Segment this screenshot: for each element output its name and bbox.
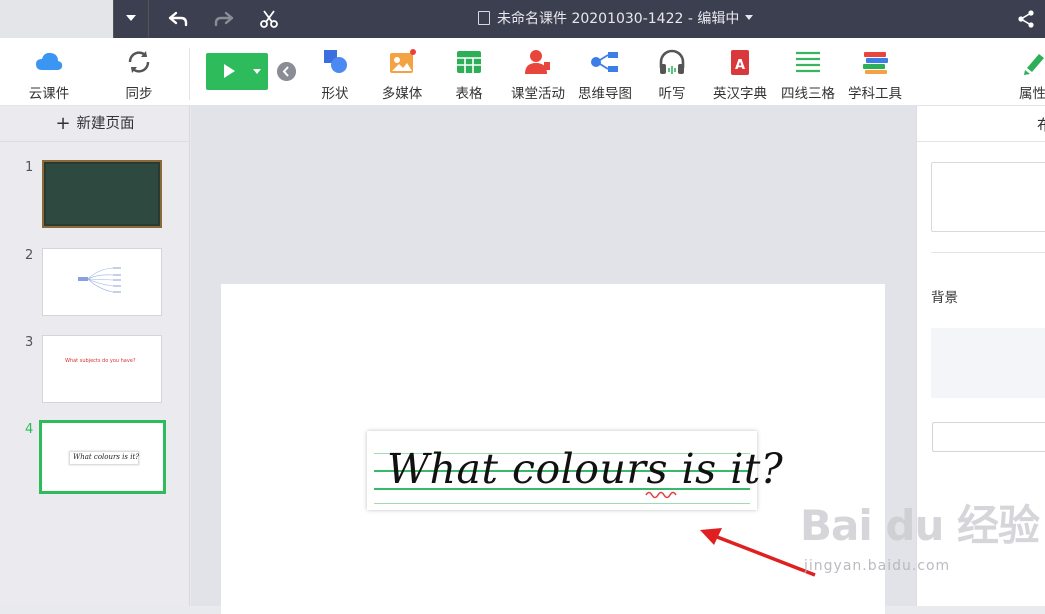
four-line-text[interactable]: What colours is it? [387,445,783,493]
layout-preview-box[interactable] [931,162,1045,232]
slide-thumb-text: What colours is it? [73,453,140,461]
tool-subject-tools[interactable]: 学科工具 [843,38,907,106]
slide-thumb-text: What subjects do you have? [65,358,136,364]
person-icon [525,50,550,74]
slide-number: 1 [25,160,34,175]
file-menu-dropdown[interactable] [113,0,149,38]
tool-mind-map[interactable]: 思维导图 [573,38,637,106]
document-title[interactable]: 未命名课件 20201030-1422 - 编辑中 [478,0,754,38]
plus-icon: + [55,113,71,134]
image-icon [390,49,416,73]
properties-button[interactable]: 属性 [1012,38,1045,106]
tool-dictation[interactable]: 听写 [650,38,694,106]
watermark-url: jingyan.baidu.com [804,558,951,574]
headphones-icon [659,49,685,74]
tool-four-lines[interactable]: 四线三格 [776,38,840,106]
slide-thumb-3[interactable]: What subjects do you have? [42,335,162,403]
mind-map-icon [591,52,618,72]
toolbar-divider [189,48,190,100]
tool-shape[interactable]: 形状 [313,38,357,106]
books-icon [863,52,888,74]
slide-thumb-4-selected[interactable]: What colours is it? [39,420,166,494]
watermark-text: Bai du 经验 [800,501,1040,550]
background-preview[interactable] [931,328,1045,398]
dictionary-icon: A [731,50,749,75]
toolbar: 云课件 同步 形状 多媒体 表格 课堂活动 思维导图 听写 A 英汉字典 四线三… [0,38,1045,106]
title-bar: 未命名课件 20201030-1422 - 编辑中 [0,0,1045,38]
sync-icon [128,51,150,73]
play-dropdown-icon[interactable] [253,69,261,74]
slide-panel: + 新建页面 1 2 3 What subjects do you have? 4… [0,106,190,606]
four-line-text-box[interactable]: What colours is it? [367,431,783,510]
slide-number: 2 [25,248,34,263]
tool-dictionary[interactable]: A 英汉字典 [708,38,772,106]
baidu-watermark: Bai du 经验 jingyan.baidu.com [800,492,1045,582]
brush-icon [1024,54,1044,75]
caret-down-icon [745,15,754,20]
collapse-toolbar-icon[interactable] [277,62,296,81]
shape-icon [324,50,347,73]
mind-map-thumbnail [78,267,121,293]
background-input[interactable] [932,422,1045,452]
cloud-courseware-button[interactable]: 云课件 [18,38,80,106]
four-lines-icon [796,51,820,73]
chalkboard [46,164,158,224]
tool-multimedia[interactable]: 多媒体 [373,38,431,106]
guide-line [374,503,750,504]
chevron-down-icon [126,15,136,21]
slide-thumb-2[interactable] [42,248,162,316]
table-icon [457,51,481,73]
sync-button[interactable]: 同步 [108,38,170,106]
slide-number: 4 [25,422,34,437]
undo-icon[interactable] [168,9,188,29]
svg-text:A: A [735,58,745,73]
play-button[interactable] [206,53,268,90]
background-label: 背景 [931,290,958,306]
panel-divider [931,252,1045,253]
document-icon [478,11,490,25]
tool-table[interactable]: 表格 [446,38,492,106]
scissors-icon[interactable] [259,9,279,29]
cloud-icon [36,52,63,70]
play-icon [224,64,235,78]
properties-header: 布 [917,106,1045,142]
slide-number: 3 [25,335,34,350]
new-page-button[interactable]: + 新建页面 [0,106,190,142]
redo-icon[interactable] [214,9,234,29]
slide-thumb-1[interactable] [42,160,162,228]
file-menu-box[interactable] [0,0,113,38]
spellcheck-squiggle [645,491,677,499]
share-icon[interactable] [1016,9,1036,29]
tool-class-activity[interactable]: 课堂活动 [506,38,570,106]
